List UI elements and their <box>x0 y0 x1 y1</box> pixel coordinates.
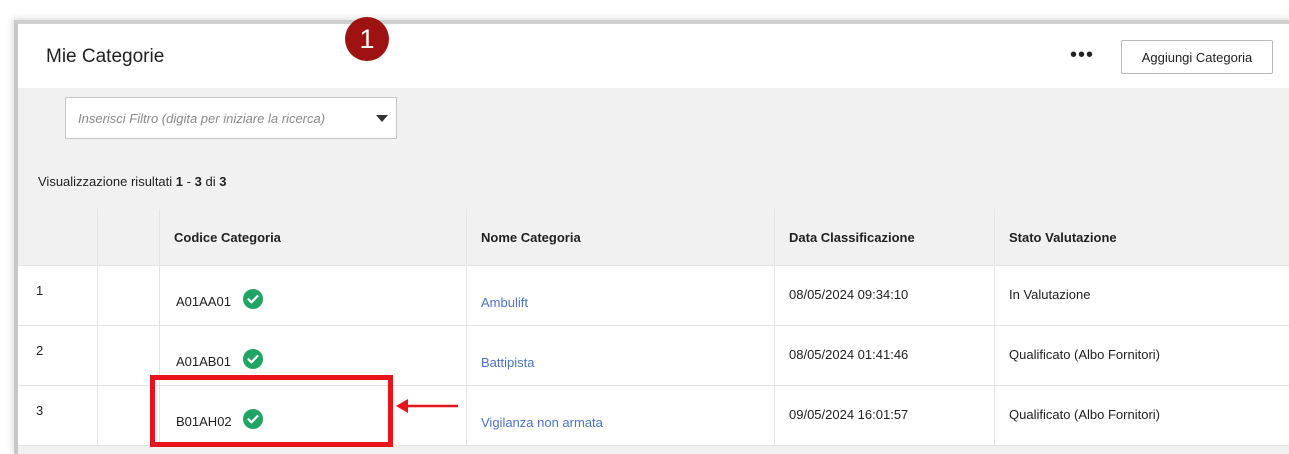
row-index-cell: 1 <box>18 266 97 325</box>
classification-date: 08/05/2024 01:41:46 <box>789 347 909 362</box>
category-name-link[interactable]: Battipista <box>481 355 534 370</box>
caret-down-icon[interactable] <box>376 115 388 122</box>
column-header-date-label: Data Classificazione <box>789 230 915 245</box>
category-name-link[interactable]: Ambulift <box>481 295 528 310</box>
category-code: A01AA01 <box>176 294 231 309</box>
classification-date: 09/05/2024 16:01:57 <box>789 407 909 422</box>
panel-header: Mie Categorie ••• Aggiungi Categoria <box>18 24 1289 88</box>
category-name-cell: Battipista <box>466 326 774 385</box>
row-select-cell[interactable] <box>97 266 159 325</box>
evaluation-status-cell: Qualificato (Albo Fornitori) <box>994 326 1289 385</box>
classification-date-cell: 08/05/2024 09:34:10 <box>774 266 994 325</box>
table-row[interactable]: 1 A01AA01 Ambulift 08/05/2024 09:34:10 I… <box>18 266 1289 326</box>
column-header-select <box>97 209 159 265</box>
row-index-cell: 3 <box>18 386 97 445</box>
column-header-status[interactable]: Stato Valutazione <box>994 209 1289 265</box>
classification-date-cell: 08/05/2024 01:41:46 <box>774 326 994 385</box>
classification-date: 08/05/2024 09:34:10 <box>789 287 909 302</box>
filter-input[interactable] <box>66 98 366 138</box>
column-header-status-label: Stato Valutazione <box>1009 230 1117 245</box>
row-index: 2 <box>36 343 44 358</box>
category-name-link[interactable]: Vigilanza non armata <box>481 415 603 430</box>
evaluation-status-cell: In Valutazione <box>994 266 1289 325</box>
results-total: 3 <box>219 174 227 189</box>
category-code-cell: A01AA01 <box>159 266 466 325</box>
results-of-label: di <box>205 174 216 189</box>
evaluation-status: In Valutazione <box>1009 287 1091 302</box>
results-prefix: Visualizzazione risultati <box>38 174 173 189</box>
results-summary: Visualizzazione risultati 1 - 3 di 3 <box>38 174 226 189</box>
add-category-button[interactable]: Aggiungi Categoria <box>1121 40 1273 74</box>
row-index-cell: 2 <box>18 326 97 385</box>
category-name-cell: Ambulift <box>466 266 774 325</box>
step-number-badge: 1 <box>345 17 389 61</box>
row-index: 1 <box>36 283 44 298</box>
row-index: 3 <box>36 403 44 418</box>
category-name-cell: Vigilanza non armata <box>466 386 774 445</box>
evaluation-status-cell: Qualificato (Albo Fornitori) <box>994 386 1289 445</box>
check-circle-icon <box>243 349 263 369</box>
column-header-code-label: Codice Categoria <box>174 230 281 245</box>
page-title: Mie Categorie <box>46 46 165 67</box>
evaluation-status: Qualificato (Albo Fornitori) <box>1009 347 1160 362</box>
category-code: A01AB01 <box>176 354 231 369</box>
arrow-left-icon <box>396 399 458 413</box>
column-header-code[interactable]: Codice Categoria <box>159 209 466 265</box>
classification-date-cell: 09/05/2024 16:01:57 <box>774 386 994 445</box>
results-from: 1 <box>175 174 184 189</box>
results-to: 3 <box>194 174 202 189</box>
check-circle-icon <box>243 289 263 309</box>
column-header-date[interactable]: Data Classificazione <box>774 209 994 265</box>
highlight-box <box>150 375 393 447</box>
column-header-name[interactable]: Nome Categoria <box>466 209 774 265</box>
evaluation-status: Qualificato (Albo Fornitori) <box>1009 407 1160 422</box>
column-header-index <box>18 209 97 265</box>
more-horizontal-icon[interactable]: ••• <box>1070 45 1100 70</box>
column-header-name-label: Nome Categoria <box>481 230 581 245</box>
results-sep: - <box>186 174 191 189</box>
table-header-row: Codice Categoria Nome Categoria Data Cla… <box>18 209 1289 266</box>
filter-combobox[interactable] <box>65 97 397 139</box>
